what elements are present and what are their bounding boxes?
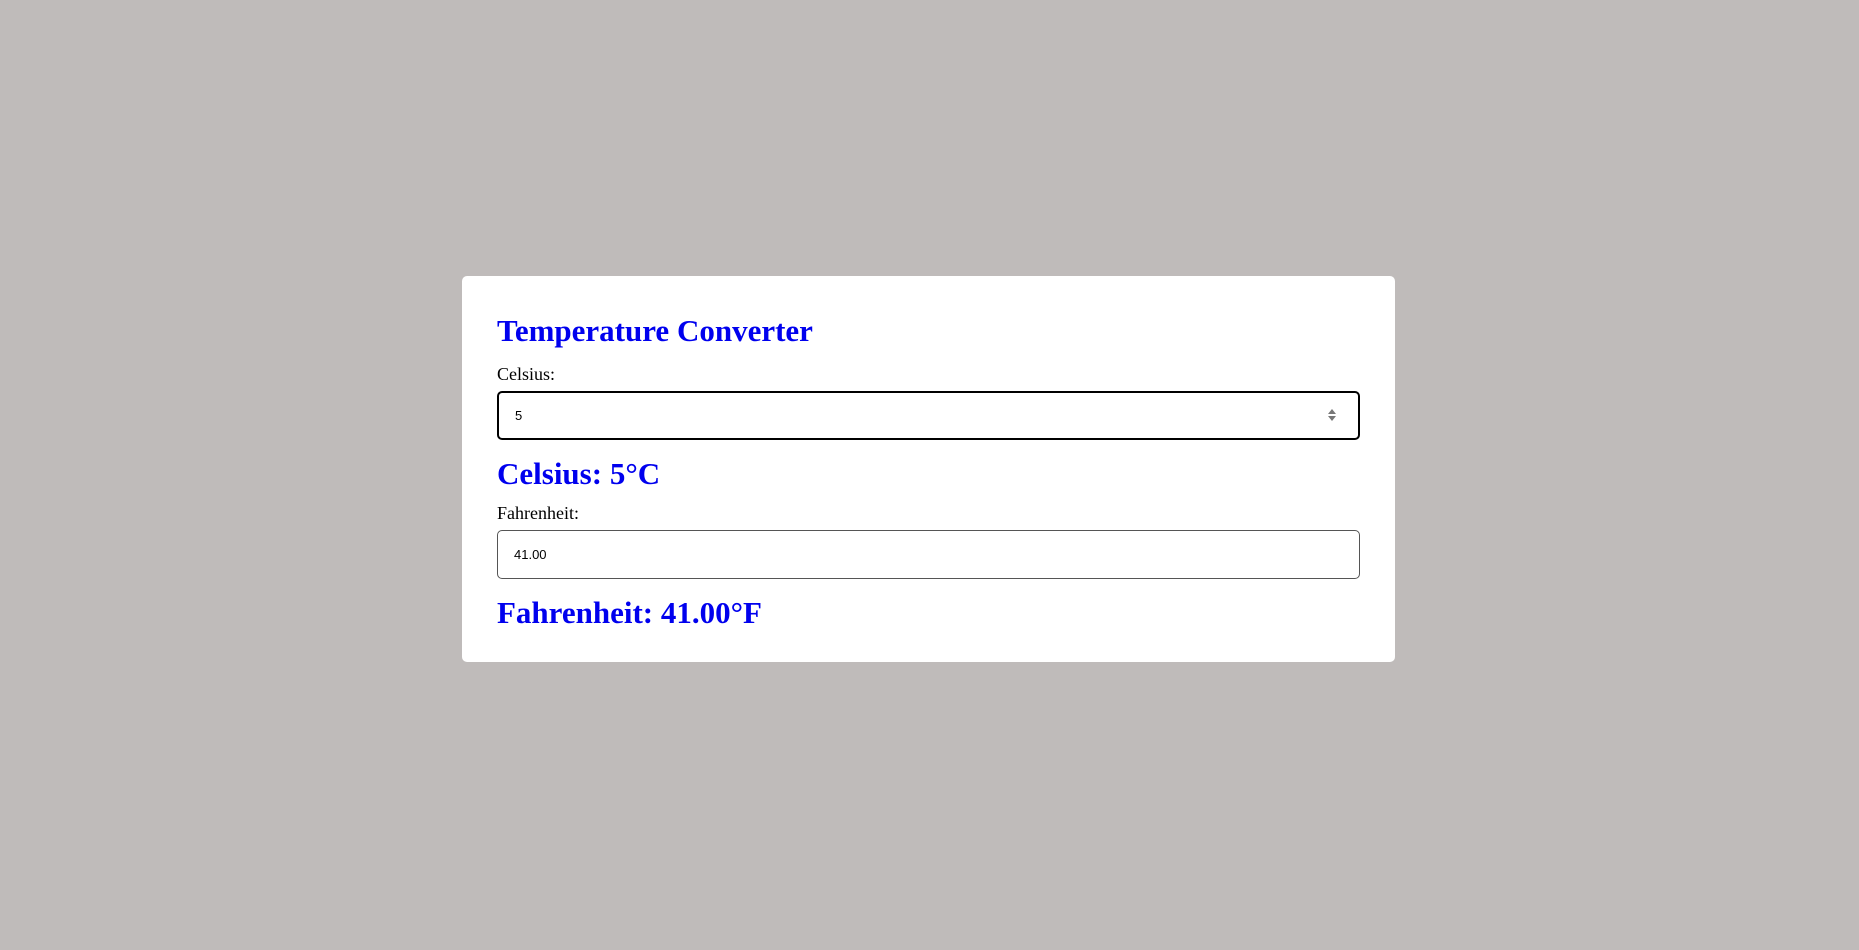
fahrenheit-input-wrapper	[497, 530, 1360, 579]
converter-card: Temperature Converter Celsius: Celsius: …	[462, 276, 1395, 662]
page-title: Temperature Converter	[497, 313, 813, 348]
spinner-up-icon[interactable]	[1328, 409, 1336, 414]
celsius-label: Celsius:	[497, 364, 556, 384]
spinner-down-icon[interactable]	[1328, 416, 1336, 421]
fahrenheit-input[interactable]	[497, 530, 1360, 579]
number-spinner-icon[interactable]	[1328, 409, 1336, 423]
celsius-result: Celsius: 5°C	[497, 456, 661, 491]
celsius-input-wrapper	[497, 391, 1360, 440]
fahrenheit-result: Fahrenheit: 41.00°F	[497, 595, 762, 630]
fahrenheit-label: Fahrenheit:	[497, 503, 579, 523]
celsius-input[interactable]	[497, 391, 1360, 440]
